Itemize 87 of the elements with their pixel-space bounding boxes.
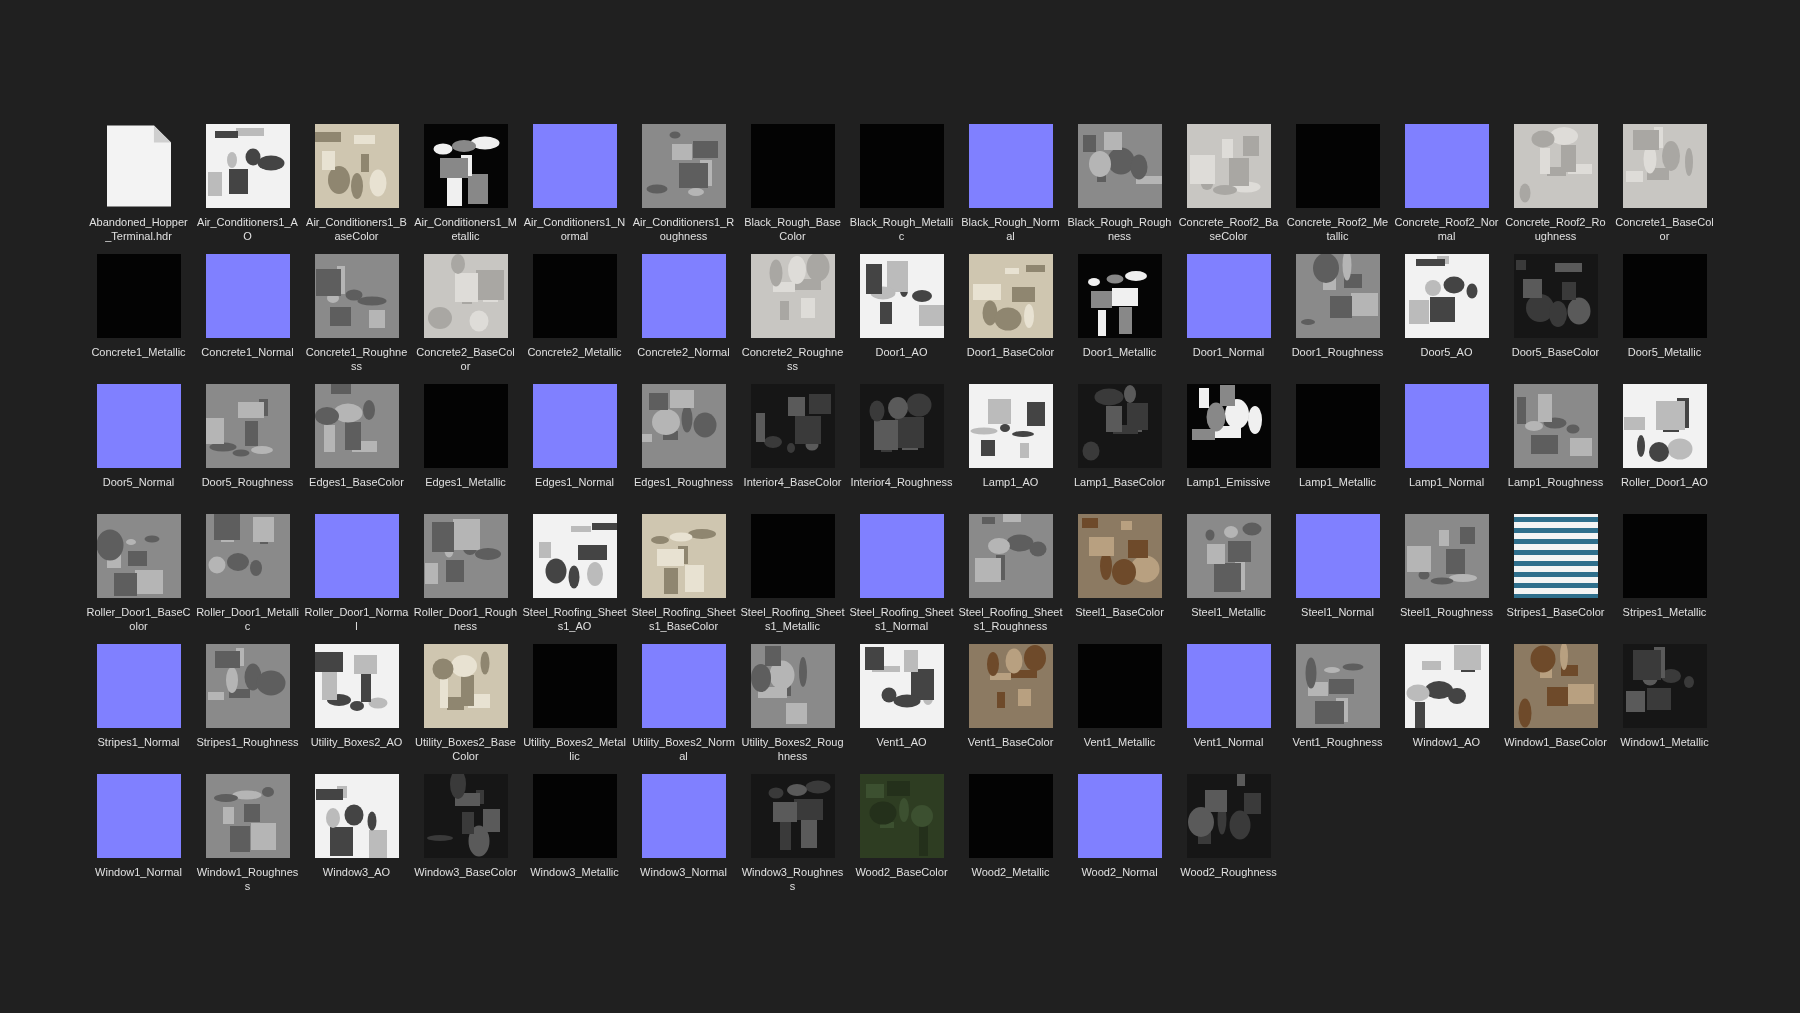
file-name[interactable]: Vent1_AO [849, 735, 954, 763]
file-name[interactable]: Concrete2_BaseColor [413, 345, 518, 373]
file-name[interactable]: Steel1_BaseColor [1067, 605, 1172, 633]
file-name[interactable]: Steel1_Normal [1285, 605, 1390, 633]
file-name[interactable]: Stripes1_Roughness [195, 735, 300, 763]
file-name[interactable]: Concrete1_Roughness [304, 345, 409, 373]
file-name[interactable]: Roller_Door1_Normal [304, 605, 409, 633]
file-name[interactable]: Edges1_Roughness [631, 475, 736, 503]
file-name[interactable]: Steel1_Metallic [1176, 605, 1281, 633]
file-name[interactable]: Concrete2_Metallic [522, 345, 627, 373]
file-name[interactable]: Window3_Metallic [522, 865, 627, 893]
file-name[interactable]: Vent1_BaseColor [958, 735, 1063, 763]
file-name[interactable]: Window3_AO [304, 865, 409, 893]
file-name[interactable]: Concrete2_Roughness [740, 345, 845, 373]
file-name[interactable]: Air_Conditioners1_BaseColor [304, 215, 409, 243]
file-name[interactable]: Wood2_Roughness [1176, 865, 1281, 893]
file-name[interactable]: Window3_Normal [631, 865, 736, 893]
file-name[interactable]: Steel1_Roughness [1394, 605, 1499, 633]
file-name[interactable]: Utility_Boxes2_Roughness [740, 735, 845, 763]
file-name[interactable]: Wood2_Metallic [958, 865, 1063, 893]
file-name[interactable]: Concrete_Roof2_Roughness [1503, 215, 1608, 243]
file-name[interactable]: Wood2_BaseColor [849, 865, 954, 893]
file-name[interactable]: Edges1_BaseColor [304, 475, 409, 503]
file-name[interactable]: Lamp1_Roughness [1503, 475, 1608, 503]
file-name[interactable]: Concrete_Roof2_Metallic [1285, 215, 1390, 243]
file-name[interactable]: Steel_Roofing_Sheets1_AO [522, 605, 627, 633]
file-name[interactable]: Stripes1_Metallic [1612, 605, 1717, 633]
file-name[interactable]: Utility_Boxes2_AO [304, 735, 409, 763]
file-name[interactable]: Roller_Door1_AO [1612, 475, 1717, 503]
file-name[interactable]: Utility_Boxes2_Normal [631, 735, 736, 763]
file-name[interactable]: Stripes1_Normal [86, 735, 191, 763]
file-name[interactable]: Door1_BaseColor [958, 345, 1063, 373]
file-name[interactable]: Door1_Roughness [1285, 345, 1390, 373]
file-name[interactable]: Utility_Boxes2_BaseColor [413, 735, 518, 763]
file-name[interactable]: Vent1_Metallic [1067, 735, 1172, 763]
file-name[interactable]: Concrete_Roof2_Normal [1394, 215, 1499, 243]
file-name[interactable]: Window1_AO [1394, 735, 1499, 763]
file-name[interactable]: Window3_BaseColor [413, 865, 518, 893]
file-name[interactable]: Interior4_BaseColor [740, 475, 845, 503]
file-name[interactable]: Air_Conditioners1_Metallic [413, 215, 518, 243]
file-name[interactable]: Window1_BaseColor [1503, 735, 1608, 763]
file-name[interactable]: Lamp1_BaseColor [1067, 475, 1172, 503]
file-name[interactable]: Lamp1_Emissive [1176, 475, 1281, 503]
file-name[interactable]: Black_Rough_Roughness [1067, 215, 1172, 243]
file-name[interactable]: Black_Rough_BaseColor [740, 215, 845, 243]
file-name[interactable]: Edges1_Metallic [413, 475, 518, 503]
file-name[interactable]: Concrete_Roof2_BaseColor [1176, 215, 1281, 243]
file-name[interactable]: Door5_BaseColor [1503, 345, 1608, 373]
file-name[interactable]: Door5_Normal [86, 475, 191, 503]
file-name[interactable]: Concrete1_Normal [195, 345, 300, 373]
file-name[interactable]: Lamp1_Metallic [1285, 475, 1390, 503]
file-name[interactable]: Door1_Metallic [1067, 345, 1172, 373]
file-name[interactable]: Door5_Roughness [195, 475, 300, 503]
file-name[interactable]: Steel_Roofing_Sheets1_Normal [849, 605, 954, 633]
file-name[interactable]: Lamp1_Normal [1394, 475, 1499, 503]
file-name[interactable]: Window3_Roughness [740, 865, 845, 893]
document-icon [106, 125, 171, 207]
file-name[interactable]: Door5_AO [1394, 345, 1499, 373]
file-name[interactable]: Window1_Normal [86, 865, 191, 893]
file-name[interactable]: Roller_Door1_Metallic [195, 605, 300, 633]
file-name[interactable]: Black_Rough_Metallic [849, 215, 954, 243]
file-name[interactable]: Stripes1_BaseColor [1503, 605, 1608, 633]
file-name[interactable]: Door1_AO [849, 345, 954, 373]
file-name[interactable]: Air_Conditioners1_AO [195, 215, 300, 243]
file-name[interactable]: Roller_Door1_BaseColor [86, 605, 191, 633]
file-name[interactable]: Vent1_Normal [1176, 735, 1281, 763]
file-name[interactable]: Steel_Roofing_Sheets1_BaseColor [631, 605, 736, 633]
file-name[interactable]: Steel_Roofing_Sheets1_Roughness [958, 605, 1063, 633]
file-name[interactable]: Concrete2_Normal [631, 345, 736, 373]
file-name[interactable]: Air_Conditioners1_Normal [522, 215, 627, 243]
file-name[interactable]: Door1_Normal [1176, 345, 1281, 373]
file-name[interactable]: Vent1_Roughness [1285, 735, 1390, 763]
file-name[interactable]: Window1_Roughness [195, 865, 300, 893]
file-name[interactable]: Concrete1_Metallic [86, 345, 191, 373]
file-name[interactable]: Roller_Door1_Roughness [413, 605, 518, 633]
file-name[interactable]: Door5_Metallic [1612, 345, 1717, 373]
file-name[interactable]: Abandoned_Hopper_Terminal.hdr [86, 215, 191, 243]
file-name[interactable]: Concrete1_BaseColor [1612, 215, 1717, 243]
file-name[interactable]: Edges1_Normal [522, 475, 627, 503]
file-name[interactable]: Utility_Boxes2_Metallic [522, 735, 627, 763]
file-name[interactable]: Air_Conditioners1_Roughness [631, 215, 736, 243]
file-name[interactable]: Interior4_Roughness [849, 475, 954, 503]
file-name[interactable]: Steel_Roofing_Sheets1_Metallic [740, 605, 845, 633]
file-name[interactable]: Lamp1_AO [958, 475, 1063, 503]
file-name[interactable]: Wood2_Normal [1067, 865, 1172, 893]
file-name[interactable]: Black_Rough_Normal [958, 215, 1063, 243]
file-name[interactable]: Window1_Metallic [1612, 735, 1717, 763]
